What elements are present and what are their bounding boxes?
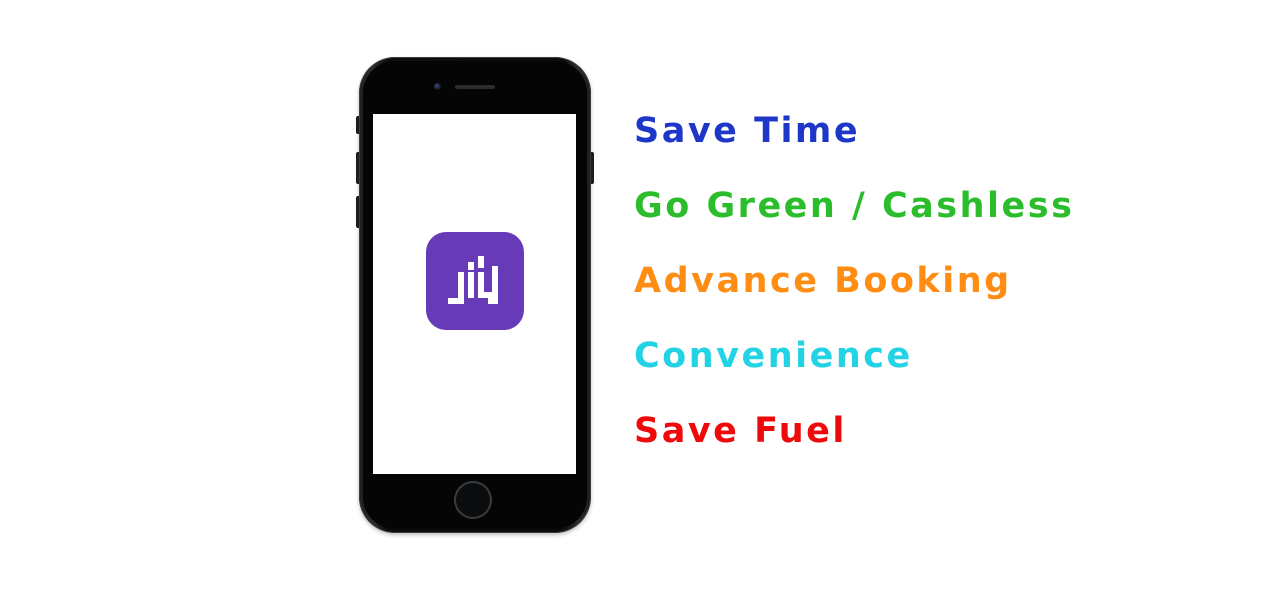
feature-list: Save Time Go Green / Cashless Advance Bo… (634, 108, 1074, 483)
home-button-icon (456, 483, 490, 517)
phone-power-button (591, 152, 594, 184)
app-logo-glyph (448, 256, 498, 304)
feature-item: Save Time (634, 111, 861, 151)
app-logo-icon[interactable] (426, 232, 524, 330)
feature-item: Advance Booking (634, 261, 1012, 301)
feature-item: Save Fuel (634, 411, 847, 451)
stage: Save Time Go Green / Cashless Advance Bo… (0, 0, 1280, 600)
front-camera-icon (434, 83, 441, 90)
feature-item: Go Green / Cashless (634, 186, 1075, 226)
feature-item: Convenience (634, 336, 913, 376)
earpiece-speaker (455, 85, 495, 89)
